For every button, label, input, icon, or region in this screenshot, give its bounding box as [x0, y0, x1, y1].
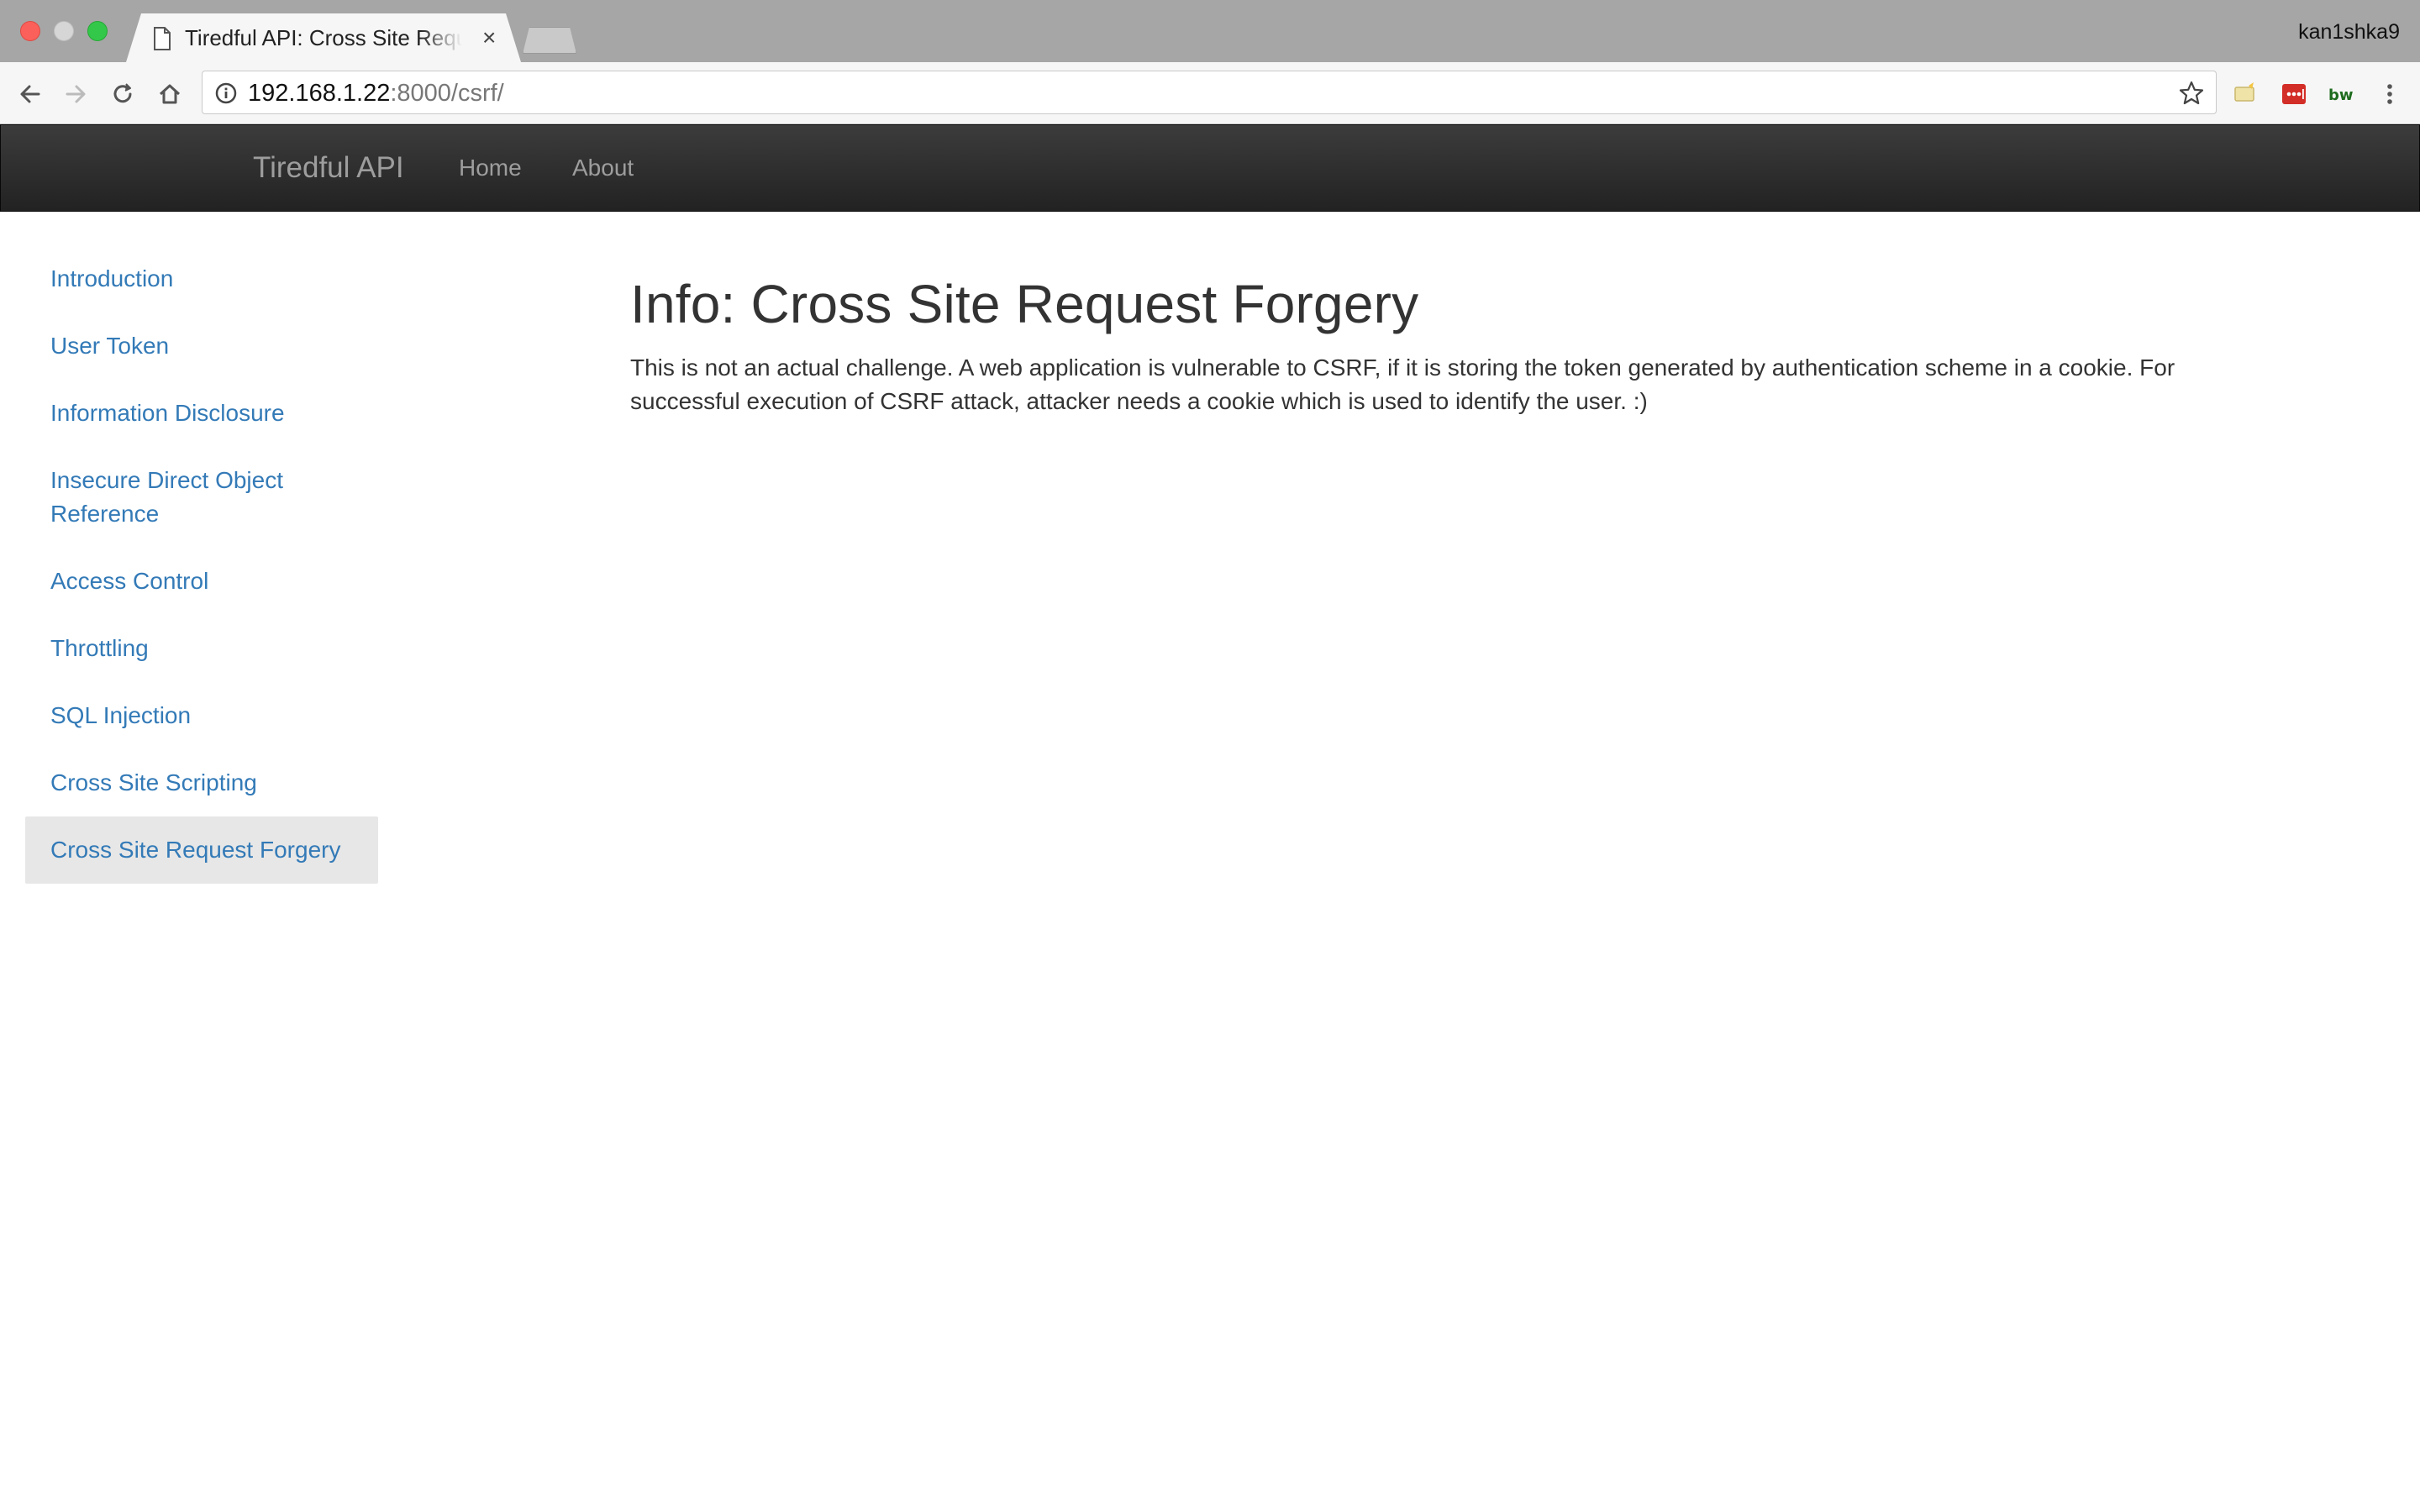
main-content: Info: Cross Site Request Forgery This is… [630, 270, 2227, 418]
bookmark-star-icon[interactable] [2179, 81, 2204, 106]
sidebar-item-introduction[interactable]: Introduction [25, 245, 378, 312]
window-maximize-button[interactable] [87, 21, 108, 41]
nav-home-link[interactable]: Home [459, 154, 522, 182]
reload-icon[interactable] [109, 81, 136, 108]
menu-kebab-icon[interactable] [2376, 81, 2403, 108]
sidebar-item-information-disclosure[interactable]: Information Disclosure [25, 380, 378, 447]
sidebar-item-sql-injection[interactable]: SQL Injection [25, 682, 378, 749]
forward-arrow-icon[interactable] [62, 81, 89, 108]
sidebar-item-throttling[interactable]: Throttling [25, 615, 378, 682]
browser-tab-active[interactable]: Tiredful API: Cross Site Request Forgery… [126, 13, 521, 62]
tab-close-icon[interactable]: × [482, 25, 496, 50]
page-title: Info: Cross Site Request Forgery [630, 274, 1419, 334]
new-tab-button[interactable] [523, 27, 576, 54]
browser-titlebar: Tiredful API: Cross Site Request Forgery… [0, 0, 2420, 62]
window-close-button[interactable] [20, 21, 40, 41]
svg-text:bw: bw [2328, 87, 2354, 104]
address-url[interactable]: 192.168.1.22:8000/csrf/ [248, 80, 504, 107]
tab-title: Tiredful API: Cross Site Request Forgery [185, 25, 462, 50]
navbar-brand[interactable]: Tiredful API [253, 150, 404, 186]
sidebar-item-xss[interactable]: Cross Site Scripting [25, 749, 378, 816]
back-arrow-icon[interactable] [17, 81, 44, 108]
lastpass-extension-icon[interactable] [2281, 81, 2307, 108]
sidebar-item-user-token[interactable]: User Token [25, 312, 378, 380]
home-icon[interactable] [156, 81, 183, 108]
extension-puzzle-icon[interactable] [2232, 81, 2259, 108]
sidebar-item-idor[interactable]: Insecure Direct Object Reference [25, 447, 378, 548]
address-bar[interactable]: 192.168.1.22:8000/csrf/ [202, 71, 2217, 114]
nav-about-link[interactable]: About [572, 154, 634, 182]
page-description: This is not an actual challenge. A web a… [630, 354, 2175, 414]
browser-toolbar: 192.168.1.22:8000/csrf/ bw [0, 62, 2420, 124]
sidebar-item-csrf[interactable]: Cross Site Request Forgery [25, 816, 378, 884]
sidebar-item-access-control[interactable]: Access Control [25, 548, 378, 615]
bw-extension-icon[interactable]: bw [2328, 81, 2354, 108]
document-icon [153, 27, 171, 50]
window-minimize-button[interactable] [54, 21, 74, 41]
profile-name[interactable]: kan1shka9 [2298, 20, 2400, 45]
site-navbar: Tiredful API Home About [0, 124, 2420, 212]
sidebar-nav: Introduction User Token Information Disc… [25, 245, 378, 884]
info-icon[interactable] [214, 81, 238, 105]
